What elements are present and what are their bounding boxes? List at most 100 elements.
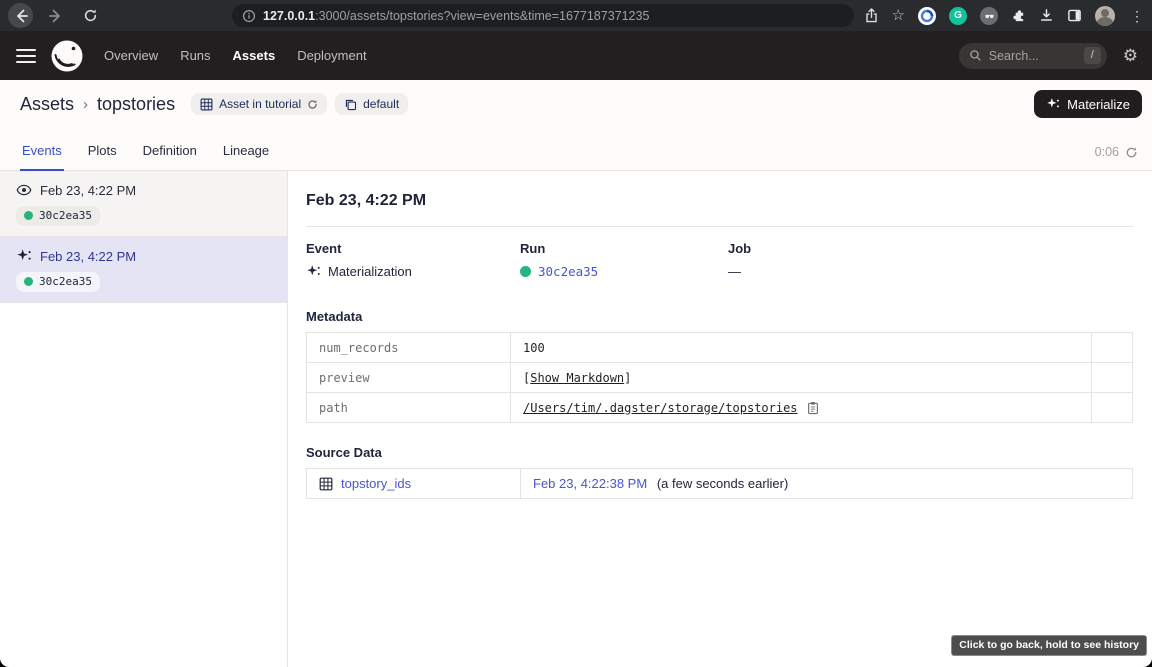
bookmark-star-icon[interactable]: ☆ [892,8,905,23]
nav-item-overview[interactable]: Overview [104,48,158,63]
metadata-key: num_records [307,333,511,363]
event-timestamp: Feb 23, 4:22 PM [40,183,136,198]
back-history-tooltip: Click to go back, hold to see history [951,635,1147,656]
event-detail-pane: Feb 23, 4:22 PM Event Materialization Ru… [289,171,1152,667]
global-search-input[interactable]: Search... / [959,43,1107,69]
run-id-pill[interactable]: 30c2ea35 [16,206,100,226]
metadata-actions-cell [1092,393,1133,423]
url-text: 127.0.0.1:3000/assets/topstories?view=ev… [263,9,649,23]
extension-blue-icon[interactable] [918,7,936,25]
nav-item-assets[interactable]: Assets [233,48,276,63]
window-corner [0,658,9,667]
nav-item-deployment[interactable]: Deployment [297,48,366,63]
event-list-item-observation[interactable]: Feb 23, 4:22 PM 30c2ea35 [0,171,287,237]
forward-arrow-icon [48,8,64,24]
search-placeholder: Search... [989,49,1077,63]
nav-item-runs[interactable]: Runs [180,48,210,63]
run-id: 30c2ea35 [39,275,92,288]
browser-chrome: 127.0.0.1:3000/assets/topstories?view=ev… [0,0,1152,31]
event-column: Event Materialization [306,241,520,279]
materialize-label: Materialize [1067,97,1130,112]
asset-tabs: Events Plots Definition Lineage 0:06 [0,128,1152,171]
source-asset-name: topstory_ids [341,476,411,491]
materialization-sparkle-icon [306,264,321,279]
breadcrumb-separator: › [83,96,88,113]
copy-icon [344,98,357,111]
source-asset-link[interactable]: topstory_ids [319,476,508,491]
show-markdown-link[interactable]: Show Markdown [530,371,624,385]
metadata-value: 100 [511,333,1092,363]
run-id-link[interactable]: 30c2ea35 [538,264,598,279]
event-detail-title: Feb 23, 4:22 PM [306,192,1133,210]
refresh-icon[interactable] [1125,146,1138,159]
source-data-heading: Source Data [306,445,1133,460]
tab-plots[interactable]: Plots [86,143,119,170]
search-icon [969,49,982,62]
browser-menu-icon[interactable]: ⋮ [1128,9,1146,23]
divider [306,226,1133,227]
job-empty-value: — [728,264,741,279]
reload-icon [83,8,98,23]
job-column: Job — [728,241,942,279]
asset-group-badge[interactable]: Asset in tutorial [191,93,327,115]
table-row: topstory_ids Feb 23, 4:22:38 PM (a few s… [307,469,1133,499]
table-row: num_records 100 [307,333,1133,363]
window-corner [1143,658,1152,667]
extensions-puzzle-icon[interactable] [1011,8,1026,23]
materialize-button[interactable]: Materialize [1034,90,1142,118]
side-panel-icon[interactable] [1067,8,1082,23]
downloads-icon[interactable] [1039,8,1054,23]
event-timestamp: Feb 23, 4:22 PM [40,249,136,264]
dagster-logo[interactable] [50,39,84,73]
refresh-countdown: 0:06 [1095,145,1119,159]
metadata-table: num_records 100 preview [Show Markdown] … [306,332,1133,423]
breadcrumb: Assets › topstories [20,94,175,115]
settings-gear-icon[interactable]: ⚙ [1123,47,1138,64]
goggles-extension-icon[interactable] [980,7,998,25]
partition-default-badge[interactable]: default [335,93,408,115]
grid-icon [200,98,213,111]
source-timestamp-link[interactable]: Feb 23, 4:22:38 PM [533,476,647,491]
path-link[interactable]: /Users/tim/.dagster/storage/topstories [523,401,798,415]
address-bar[interactable]: 127.0.0.1:3000/assets/topstories?view=ev… [232,4,854,27]
url-path: :3000/assets/topstories?view=events&time… [315,9,649,23]
back-arrow-icon [13,8,29,24]
asset-name: topstories [97,94,175,115]
sparkle-icon [1046,97,1060,111]
run-status-dot [24,277,33,286]
run-id-pill[interactable]: 30c2ea35 [16,272,100,292]
table-row: path /Users/tim/.dagster/storage/topstor… [307,393,1133,423]
share-icon[interactable] [864,7,879,24]
metadata-key: preview [307,363,511,393]
app-nav: Overview Runs Assets Deployment Search..… [0,31,1152,80]
event-label: Event [306,241,520,256]
event-list-item-materialization[interactable]: Feb 23, 4:22 PM 30c2ea35 [0,237,287,303]
reload-badge-icon[interactable] [307,99,318,110]
run-id: 30c2ea35 [39,209,92,222]
hamburger-menu-icon[interactable] [16,49,36,63]
materialization-sparkle-icon [16,248,32,264]
tab-events[interactable]: Events [20,143,64,170]
tab-lineage[interactable]: Lineage [221,143,271,170]
tab-definition[interactable]: Definition [141,143,199,170]
breadcrumb-assets-link[interactable]: Assets [20,94,74,115]
asset-page-header: Assets › topstories Asset in tutorial de… [0,80,1152,128]
source-timestamp-note: (a few seconds earlier) [657,476,789,491]
browser-forward-button[interactable] [43,3,68,28]
bracket: ] [624,371,631,385]
browser-back-button[interactable] [8,3,33,28]
job-label: Job [728,241,942,256]
metadata-actions-cell [1092,363,1133,393]
refresh-timer: 0:06 [1095,145,1138,159]
event-list-sidebar: Feb 23, 4:22 PM 30c2ea35 Feb 23, 4:22 PM… [0,171,288,667]
run-status-dot [24,211,33,220]
metadata-actions-cell [1092,333,1133,363]
grammarly-icon[interactable]: G [949,7,967,25]
metadata-value: [Show Markdown] [511,363,1092,393]
site-info-icon[interactable] [242,9,256,23]
grid-icon [319,477,333,491]
browser-reload-button[interactable] [78,3,103,28]
clipboard-copy-icon[interactable] [806,401,820,415]
run-label: Run [520,241,728,256]
profile-avatar[interactable] [1095,6,1115,26]
